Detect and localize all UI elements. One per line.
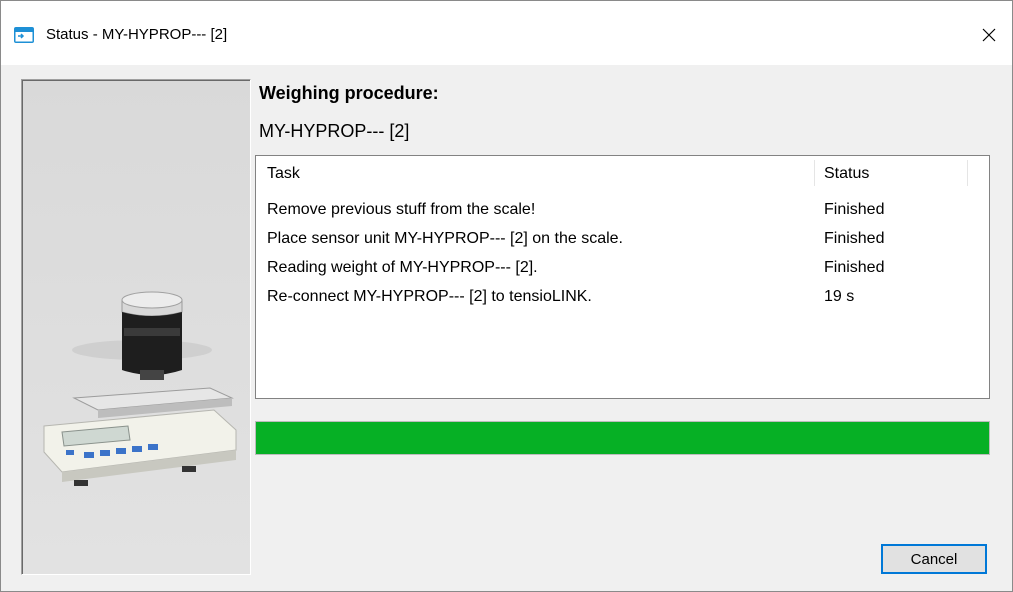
task-cell[interactable]: Place sensor unit MY-HYPROP--- [2] on th… — [267, 229, 623, 249]
column-header-status[interactable]: Status — [824, 156, 869, 192]
status-cell[interactable]: 19 s — [824, 287, 854, 307]
status-dialog: Status - MY-HYPROP--- [2] Weighing proce… — [0, 0, 1013, 592]
status-cell[interactable]: Finished — [824, 258, 884, 278]
device-name: MY-HYPROP--- [2] — [259, 121, 410, 141]
close-button[interactable] — [966, 15, 1012, 55]
task-cell[interactable]: Reading weight of MY-HYPROP--- [2]. — [267, 258, 538, 278]
column-header-task[interactable]: Task — [267, 156, 300, 192]
procedure-heading: Weighing procedure: — [259, 83, 439, 103]
dialog-body: Weighing procedure: MY-HYPROP--- [2] Tas… — [1, 65, 1012, 591]
task-cell[interactable]: Re-connect MY-HYPROP--- [2] to tensioLIN… — [267, 287, 592, 307]
close-icon — [982, 28, 996, 42]
cancel-button[interactable]: Cancel — [881, 544, 987, 574]
window-title: Status - MY-HYPROP--- [2] — [46, 26, 228, 43]
task-list[interactable]: Task Status Remove previous stuff from t… — [255, 155, 990, 399]
task-cell[interactable]: Remove previous stuff from the scale! — [267, 200, 535, 220]
app-window-icon — [14, 27, 34, 43]
status-cell[interactable]: Finished — [824, 200, 884, 220]
progress-bar-fill — [256, 422, 989, 454]
column-divider[interactable] — [814, 160, 815, 186]
title-bar: Status - MY-HYPROP--- [2] — [1, 1, 1012, 65]
column-divider[interactable] — [967, 160, 968, 186]
progress-bar — [255, 421, 990, 455]
scale-with-sensor-image — [21, 79, 251, 575]
status-cell[interactable]: Finished — [824, 229, 884, 249]
